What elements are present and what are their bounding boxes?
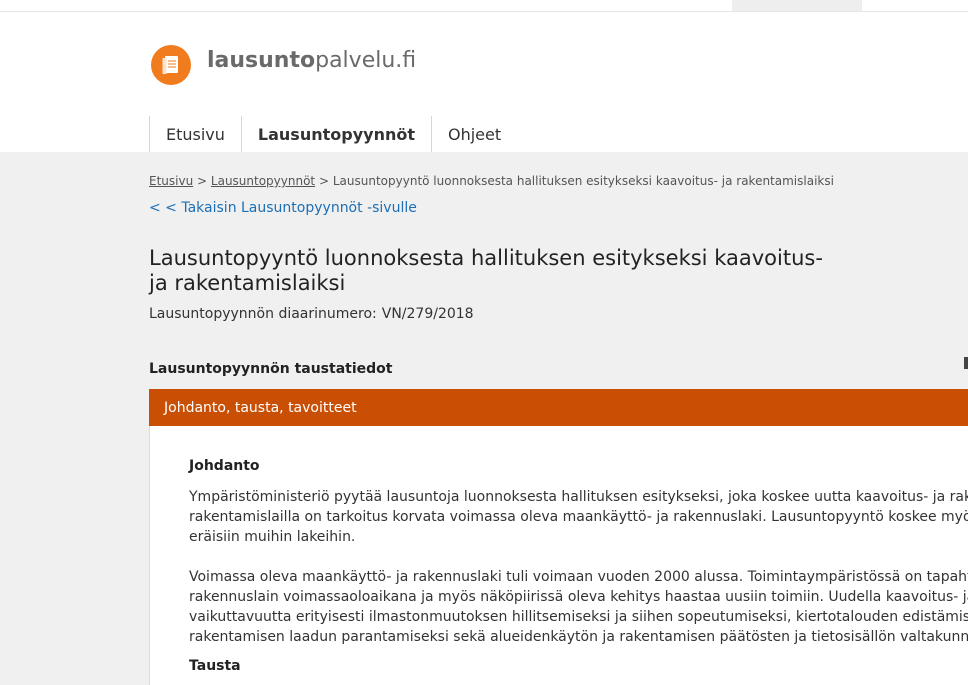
diary-number-value: VN/279/2018 bbox=[381, 306, 474, 322]
paragraph-line: rakentamislailla on tarkoitus korvata vo… bbox=[189, 509, 968, 525]
page-title: Lausuntopyyntö luonnoksesta hallituksen … bbox=[149, 246, 829, 296]
diary-number-label: Lausuntopyynnön diaarinumero: bbox=[149, 306, 377, 322]
diary-number: Lausuntopyynnön diaarinumero: VN/279/2018 bbox=[149, 306, 474, 322]
document-icon bbox=[162, 56, 178, 74]
breadcrumb-list-link[interactable]: Lausuntopyynnöt bbox=[211, 174, 315, 188]
back-to-list-link[interactable]: < < Takaisin Lausuntopyynnöt -sivulle bbox=[149, 200, 417, 216]
breadcrumb-separator: > bbox=[318, 174, 330, 188]
accordion-header-intro[interactable]: Johdanto, tausta, tavoitteet bbox=[149, 389, 968, 426]
accordion-body-intro: Johdanto Ympäristöministeriö pyytää laus… bbox=[149, 426, 968, 685]
page-title-line2: ja rakentamislaiksi bbox=[149, 271, 346, 295]
paragraph-line: rakennuslain voimassaoloaikana ja myös n… bbox=[189, 589, 968, 605]
page-title-line1: Lausuntopyyntö luonnoksesta hallituksen … bbox=[149, 246, 823, 270]
paragraph-line: rakentamisen laadun parantamiseksi sekä … bbox=[189, 629, 968, 645]
paragraph-line: Voimassa oleva maankäyttö- ja rakennusla… bbox=[189, 569, 968, 585]
paragraph-line: vaikuttavuutta erityisesti ilmastonmuuto… bbox=[189, 609, 968, 625]
nav-item-lausuntopyynnot[interactable]: Lausuntopyynnöt bbox=[240, 116, 431, 152]
background-section-heading: Lausuntopyynnön taustatiedot bbox=[149, 361, 393, 377]
breadcrumb-home-link[interactable]: Etusivu bbox=[149, 174, 193, 188]
intro-heading: Johdanto bbox=[189, 458, 260, 474]
breadcrumb-separator: > bbox=[197, 174, 208, 188]
top-strip-tab[interactable] bbox=[732, 0, 862, 11]
nav-item-etusivu[interactable]: Etusivu bbox=[149, 116, 241, 152]
intro-paragraph-2: Voimassa oleva maankäyttö- ja rakennusla… bbox=[189, 567, 968, 647]
cut-off-text-mark bbox=[964, 357, 968, 369]
nav-item-ohjeet[interactable]: Ohjeet bbox=[430, 116, 517, 152]
background-heading: Tausta bbox=[189, 658, 241, 674]
logo-text-bold: lausunto bbox=[207, 48, 316, 73]
breadcrumb-current: Lausuntopyyntö luonnoksesta hallituksen … bbox=[332, 174, 834, 188]
logo-text-rest: palvelu.fi bbox=[315, 48, 417, 73]
logo-document-icon[interactable] bbox=[151, 45, 191, 85]
main-nav: Etusivu Lausuntopyynnöt Ohjeet bbox=[149, 116, 517, 152]
site-header: lausuntopalvelu.fi Etusivu Lausuntopyynn… bbox=[0, 12, 968, 152]
paragraph-line: Ympäristöministeriö pyytää lausuntoja lu… bbox=[189, 489, 968, 505]
site-logo-text[interactable]: lausuntopalvelu.fi bbox=[207, 48, 416, 73]
intro-paragraph-1: Ympäristöministeriö pyytää lausuntoja lu… bbox=[189, 487, 968, 547]
breadcrumb: Etusivu > Lausuntopyynnöt > Lausuntopyyn… bbox=[149, 174, 834, 188]
top-strip bbox=[0, 0, 968, 12]
paragraph-line: eräisiin muihin lakeihin. bbox=[189, 529, 356, 545]
